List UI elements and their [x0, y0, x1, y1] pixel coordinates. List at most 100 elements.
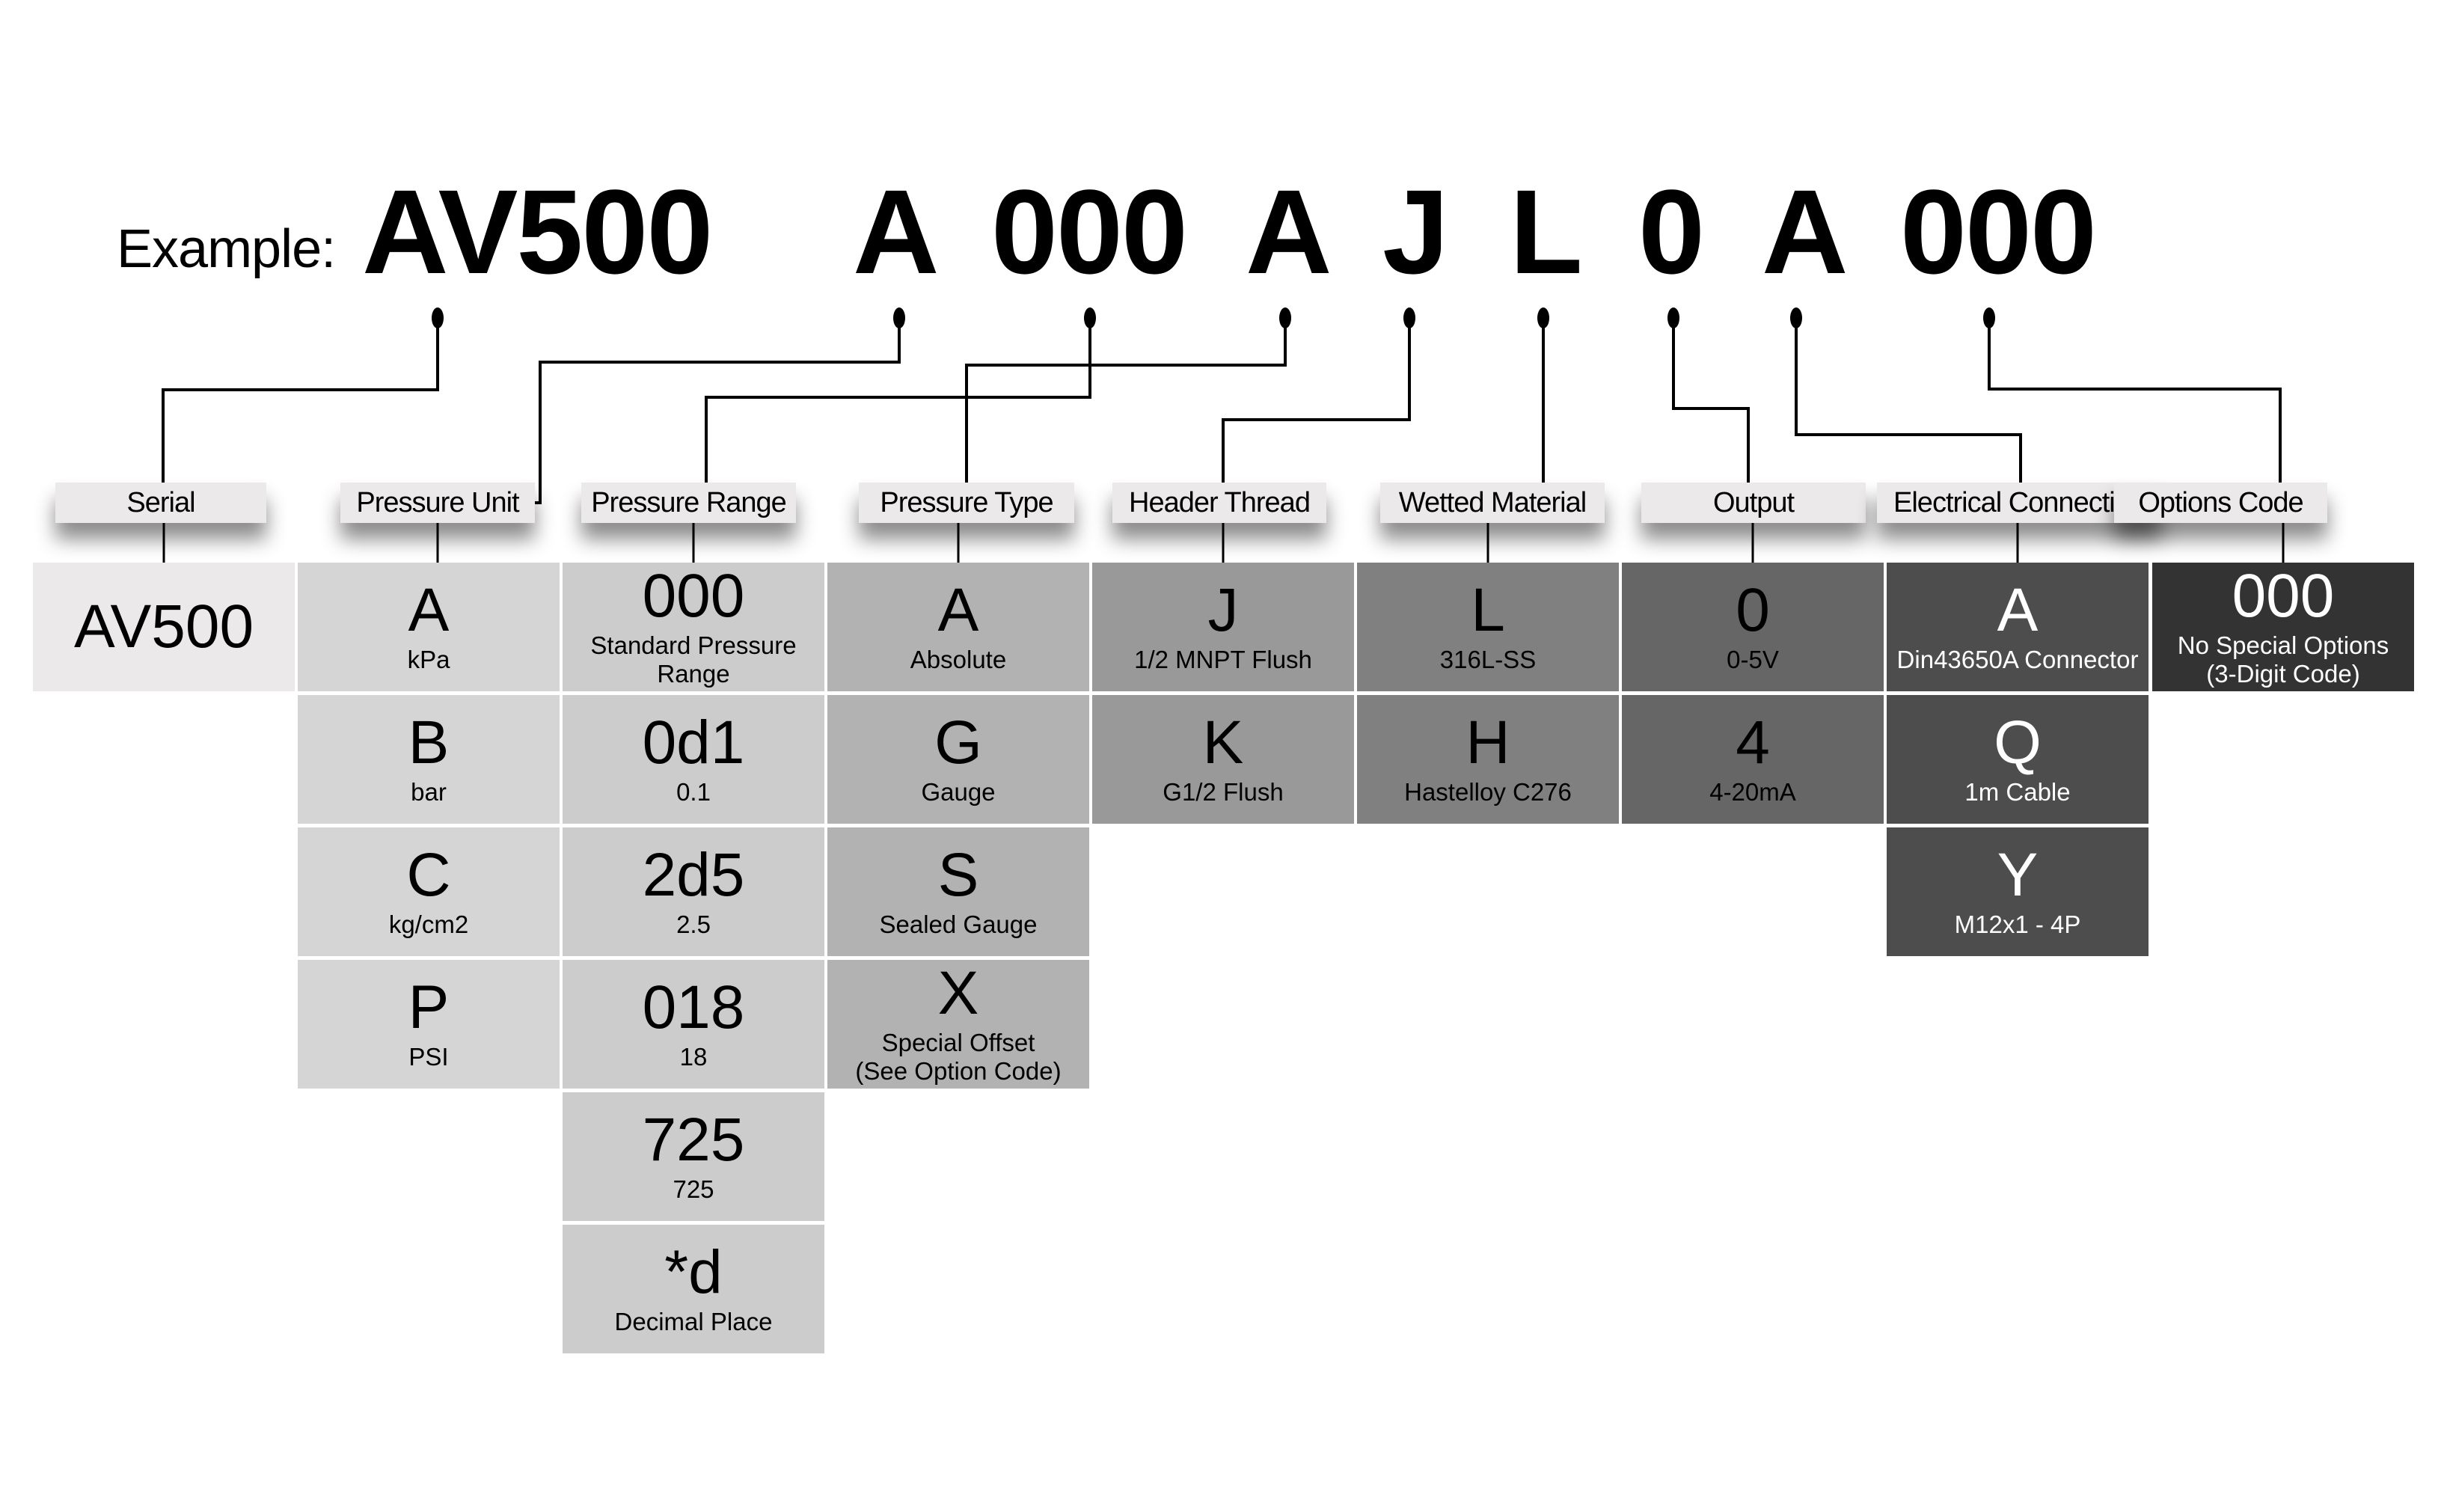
connector-line [1795, 318, 2022, 483]
option-cell-header-thread: K G1/2 Flush [1092, 695, 1354, 824]
example-code-segment: A [1246, 165, 1332, 299]
connector-dot [1790, 307, 1802, 328]
option-code: 018 [642, 973, 745, 1042]
option-description: kPa [407, 646, 450, 674]
option-code: 0d1 [642, 708, 745, 777]
option-cell-pressure-type: S Sealed Gauge [827, 827, 1089, 956]
option-cell-pressure-unit: Ckg/cm2 [298, 827, 560, 956]
option-cell-wetted-material: L 316L-SS [1357, 563, 1619, 691]
option-description: Sealed Gauge [879, 910, 1038, 939]
option-cell-electrical-connection: Y M12x1 - 4P [1887, 827, 2149, 956]
option-description: PSI [408, 1043, 449, 1071]
option-description: 725 [673, 1175, 714, 1204]
option-description: 1m Cable [1964, 778, 2071, 806]
option-code: AV500 [73, 593, 254, 661]
option-code: H [1466, 708, 1510, 777]
option-description: M12x1 - 4P [1954, 910, 2081, 939]
option-cell-pressure-unit: AkPa [298, 563, 560, 691]
connector-dot [1084, 307, 1096, 328]
option-code: *d [664, 1238, 723, 1307]
option-code: J [1207, 576, 1239, 645]
option-code: Q [1994, 708, 2042, 777]
option-code: G [934, 708, 982, 777]
column-header-pressure-unit: Pressure Unit [340, 483, 535, 523]
example-code-segment: A [1762, 165, 1849, 299]
option-cell-header-thread: J 1/2 MNPT Flush [1092, 563, 1354, 691]
connector-dot [1403, 307, 1415, 328]
option-description: G1/2 Flush [1163, 778, 1284, 806]
option-description: 316L-SS [1439, 646, 1537, 674]
option-description: 18 [679, 1043, 708, 1071]
option-description: No Special Options (3-Digit Code) [2177, 631, 2389, 688]
column-header-header-thread: Header Thread [1112, 483, 1326, 523]
example-code-segment: A [853, 165, 940, 299]
column-header-options-code: Options Code [2114, 483, 2327, 523]
option-code: 725 [642, 1106, 745, 1175]
option-cell-output: 0 0-5V [1622, 563, 1884, 691]
option-description: Gauge [921, 778, 996, 806]
connector-dot [1983, 307, 1995, 328]
column-header-pressure-type: Pressure Type [859, 483, 1074, 523]
option-code: 0 [1736, 576, 1770, 645]
option-cell-pressure-unit: P PSI [298, 960, 560, 1089]
column-header-pressure-range: Pressure Range [581, 483, 796, 523]
connector-dot [1537, 307, 1549, 328]
option-description: 0.1 [676, 778, 711, 806]
option-code: K [1202, 708, 1244, 777]
option-cell-electrical-connection: Q 1m Cable [1887, 695, 2149, 824]
option-code: X [937, 959, 979, 1028]
connector-line [965, 318, 1287, 483]
option-cell-pressure-range: 725 725 [563, 1092, 824, 1221]
option-description: 2.5 [676, 910, 711, 939]
connector-dot [1667, 307, 1679, 328]
example-code-segment: J [1382, 165, 1449, 299]
connector-line [162, 318, 439, 483]
example-code-segment: 000 [991, 165, 1188, 299]
option-code: P [408, 973, 450, 1042]
example-code-segment: AV500 [362, 165, 713, 299]
option-code: 2d5 [642, 841, 745, 910]
example-code-segment: 0 [1638, 165, 1705, 299]
option-code: 4 [1736, 708, 1770, 777]
option-code: A [1997, 576, 2039, 645]
connector-line [705, 318, 1091, 483]
option-description: kg/cm2 [388, 910, 469, 939]
option-cell-wetted-material: H Hastelloy C276 [1357, 695, 1619, 824]
connector-line [1222, 318, 1411, 483]
option-code: A [408, 576, 450, 645]
option-cell-pressure-type: X Special Offset (See Option Code) [827, 960, 1089, 1089]
example-code-segment: 000 [1900, 165, 2097, 299]
example-label: Example: [117, 219, 336, 279]
option-cell-pressure-type: A Absolute [827, 563, 1089, 691]
option-description: Din43650A Connector [1896, 646, 2139, 674]
option-description: 0-5V [1727, 646, 1779, 674]
option-cell-pressure-range: *d Decimal Place [563, 1225, 824, 1353]
option-cell-pressure-range: 0d1 0.1 [563, 695, 824, 824]
option-cell-pressure-unit: Bbar [298, 695, 560, 824]
option-code: C [406, 841, 451, 910]
option-code: Y [1997, 841, 2039, 910]
option-description: bar [411, 778, 447, 806]
connector-line [1672, 318, 1750, 483]
connector-dot [432, 307, 444, 328]
option-cell-electrical-connection: A Din43650A Connector [1887, 563, 2149, 691]
option-cell-pressure-range: 000 Standard Pressure Range [563, 563, 824, 691]
option-cell-output: 4 4-20mA [1622, 695, 1884, 824]
column-header-output: Output [1641, 483, 1866, 523]
connector-line [533, 362, 542, 504]
connector-line [1988, 318, 2282, 483]
option-code: A [937, 576, 979, 645]
connector-line [539, 318, 901, 483]
option-description: Hastelloy C276 [1404, 778, 1572, 806]
option-description: Absolute [910, 646, 1007, 674]
option-code: 000 [2232, 562, 2335, 631]
option-code: 000 [642, 562, 745, 631]
option-cell-serial: AV500 [33, 563, 295, 691]
option-code: S [937, 841, 979, 910]
option-code: B [408, 708, 450, 777]
option-description: 1/2 MNPT Flush [1134, 646, 1312, 674]
column-header-serial: Serial [55, 483, 266, 523]
option-cell-pressure-range: 018 18 [563, 960, 824, 1089]
option-cell-pressure-type: G Gauge [827, 695, 1089, 824]
column-header-wetted-material: Wetted Material [1380, 483, 1605, 523]
